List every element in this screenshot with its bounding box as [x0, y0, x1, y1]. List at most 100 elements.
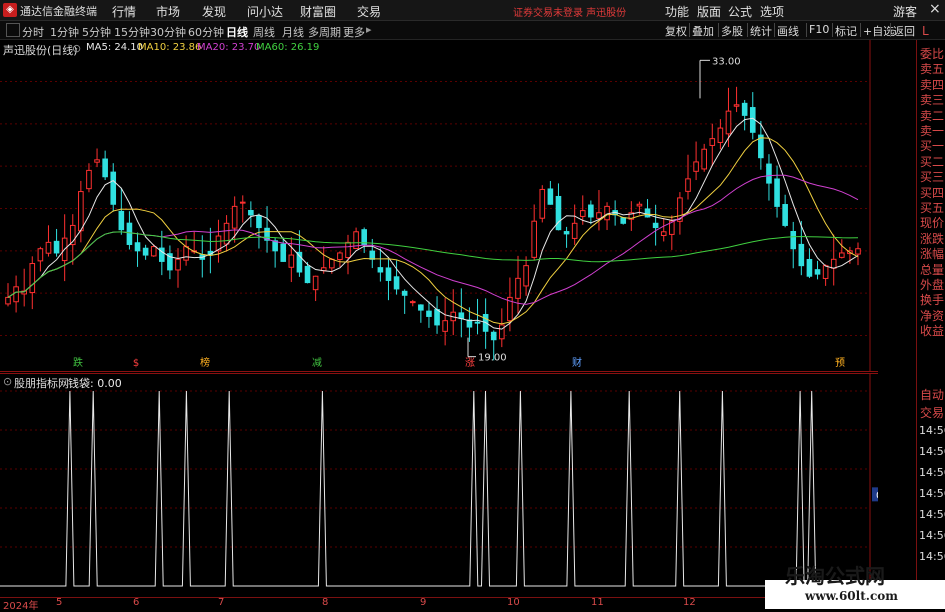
- stock-title: 声迅股份(日线): [3, 44, 78, 57]
- candle: [604, 205, 610, 221]
- event-marker-1[interactable]: $: [133, 358, 139, 369]
- toolbar-btn-5[interactable]: F10: [806, 23, 831, 37]
- candle: [150, 246, 157, 257]
- period-10[interactable]: 更多: [343, 24, 365, 40]
- candle: [280, 243, 287, 262]
- indicator-settings-icon[interactable]: ⊙: [3, 375, 12, 388]
- event-marker-4[interactable]: 涨: [465, 357, 475, 369]
- menu-1[interactable]: 市场: [156, 3, 180, 20]
- candle: [118, 210, 125, 231]
- candle: [102, 158, 108, 178]
- ma-label-3: MA60: 26.19: [256, 42, 320, 53]
- candle: [78, 191, 84, 232]
- candle: [29, 263, 36, 294]
- indicator-chart[interactable]: 1.000.800.600.470.400.20: [0, 373, 878, 597]
- toolbar-btn-1[interactable]: 叠加: [689, 23, 716, 38]
- x-tick-2: 6: [133, 597, 140, 608]
- close-icon[interactable]: ×: [929, 1, 941, 17]
- candle: [110, 171, 117, 205]
- indicator-name[interactable]: 股朋指标网: [14, 375, 69, 391]
- candle: [685, 178, 691, 192]
- watermark: 乐淘公式网 www.60lt.com: [765, 564, 945, 609]
- menu-right-3[interactable]: 选项: [760, 3, 784, 20]
- menu-5[interactable]: 交易: [357, 3, 381, 20]
- trade-time-1: 14:56: [919, 445, 945, 458]
- trade-status[interactable]: 证券交易未登录 声迅股份: [513, 4, 626, 19]
- candle: [693, 161, 699, 172]
- menu-2[interactable]: 发现: [202, 3, 226, 20]
- candle: [134, 242, 141, 252]
- event-markers[interactable]: 跌 $ 榜 减 涨 财 预: [73, 356, 845, 369]
- period-3[interactable]: 15分钟: [114, 24, 150, 40]
- quote-side-panel: 委比 卖五 卖四 卖三 卖二 卖一 买一 买二 买三 买四 买五 现价 涨跌 涨幅 总量 外盘 换手 净资 收益 自动…: [916, 40, 945, 597]
- event-marker-2[interactable]: 榜: [200, 356, 210, 369]
- candle: [312, 275, 319, 291]
- candle: [596, 212, 602, 219]
- toolbar-btn-3[interactable]: 统计: [747, 23, 774, 38]
- candle: [256, 215, 262, 229]
- expand-icon[interactable]: ⊙: [72, 42, 81, 55]
- period-4[interactable]: 30分钟: [150, 24, 186, 40]
- trade-time-5: 14:56: [919, 529, 945, 542]
- candle: [499, 324, 505, 340]
- ma-line-3: [7, 231, 859, 298]
- x-tick-4: 8: [322, 597, 329, 608]
- toolbar-btn-8[interactable]: 返回: [890, 23, 917, 38]
- period-7[interactable]: 周线: [253, 24, 275, 40]
- trade-time-3: 14:56: [919, 487, 945, 500]
- period-0[interactable]: 分时: [22, 24, 44, 40]
- candle: [474, 321, 481, 324]
- event-marker-5[interactable]: 财: [572, 356, 582, 369]
- toolbar-handle-icon[interactable]: [6, 23, 20, 37]
- toolbar-btn-6[interactable]: 标记: [832, 23, 859, 38]
- menu-4[interactable]: 财富圈: [300, 3, 336, 20]
- candle: [766, 163, 772, 184]
- menu-3[interactable]: 问小达: [247, 3, 283, 20]
- candle: [531, 220, 537, 258]
- event-marker-3[interactable]: 减: [312, 357, 322, 369]
- toolbar-btn-0[interactable]: 复权: [663, 23, 689, 38]
- period-2[interactable]: 5分钟: [82, 24, 111, 40]
- candlestick-chart[interactable]: 32.0030.0028.0026.0024.0022.0020.00 33.0…: [0, 40, 878, 372]
- candle: [579, 210, 586, 217]
- candle: [830, 258, 837, 269]
- period-5[interactable]: 60分钟: [188, 24, 224, 40]
- candle: [515, 277, 521, 299]
- candle: [644, 208, 651, 218]
- toolbar-btn-2[interactable]: 多股: [718, 23, 745, 38]
- period-9[interactable]: 多周期: [308, 24, 341, 40]
- candle: [45, 241, 52, 254]
- candle: [37, 248, 44, 262]
- watermark-title: 乐淘公式网: [785, 564, 885, 588]
- menu-0[interactable]: 行情: [112, 3, 136, 20]
- x-tick-1: 5: [56, 597, 63, 608]
- menu-right-2[interactable]: 公式: [728, 3, 752, 20]
- menu-right-0[interactable]: 功能: [665, 3, 689, 20]
- candle: [345, 241, 351, 259]
- candle: [231, 205, 238, 229]
- period-6[interactable]: 日线: [226, 24, 248, 40]
- candle: [458, 312, 465, 320]
- menu-right-1[interactable]: 版面: [697, 3, 721, 20]
- visitor-label[interactable]: 游客: [893, 3, 917, 20]
- x-tick-7: 11: [591, 597, 604, 608]
- event-marker-6[interactable]: 预: [835, 357, 845, 369]
- panel-item-18[interactable]: 收益: [920, 321, 944, 342]
- trade-time-0: 14:56: [919, 424, 945, 437]
- candle: [94, 159, 100, 163]
- candle: [385, 267, 392, 281]
- candle: [409, 301, 416, 304]
- auto-trade-1[interactable]: 交易: [920, 403, 944, 424]
- period-1[interactable]: 1分钟: [50, 24, 79, 40]
- candle: [426, 310, 432, 317]
- toolbar-btn-4[interactable]: 画线: [774, 23, 801, 38]
- event-marker-0[interactable]: 跌: [73, 356, 83, 369]
- more-chevron-icon[interactable]: ▸: [366, 23, 372, 36]
- candle: [369, 250, 376, 260]
- side-label-top[interactable]: L: [922, 24, 929, 38]
- candles: [5, 86, 861, 361]
- candle: [175, 258, 181, 271]
- candle: [620, 217, 627, 224]
- period-8[interactable]: 月线: [282, 24, 304, 40]
- candle: [126, 222, 133, 245]
